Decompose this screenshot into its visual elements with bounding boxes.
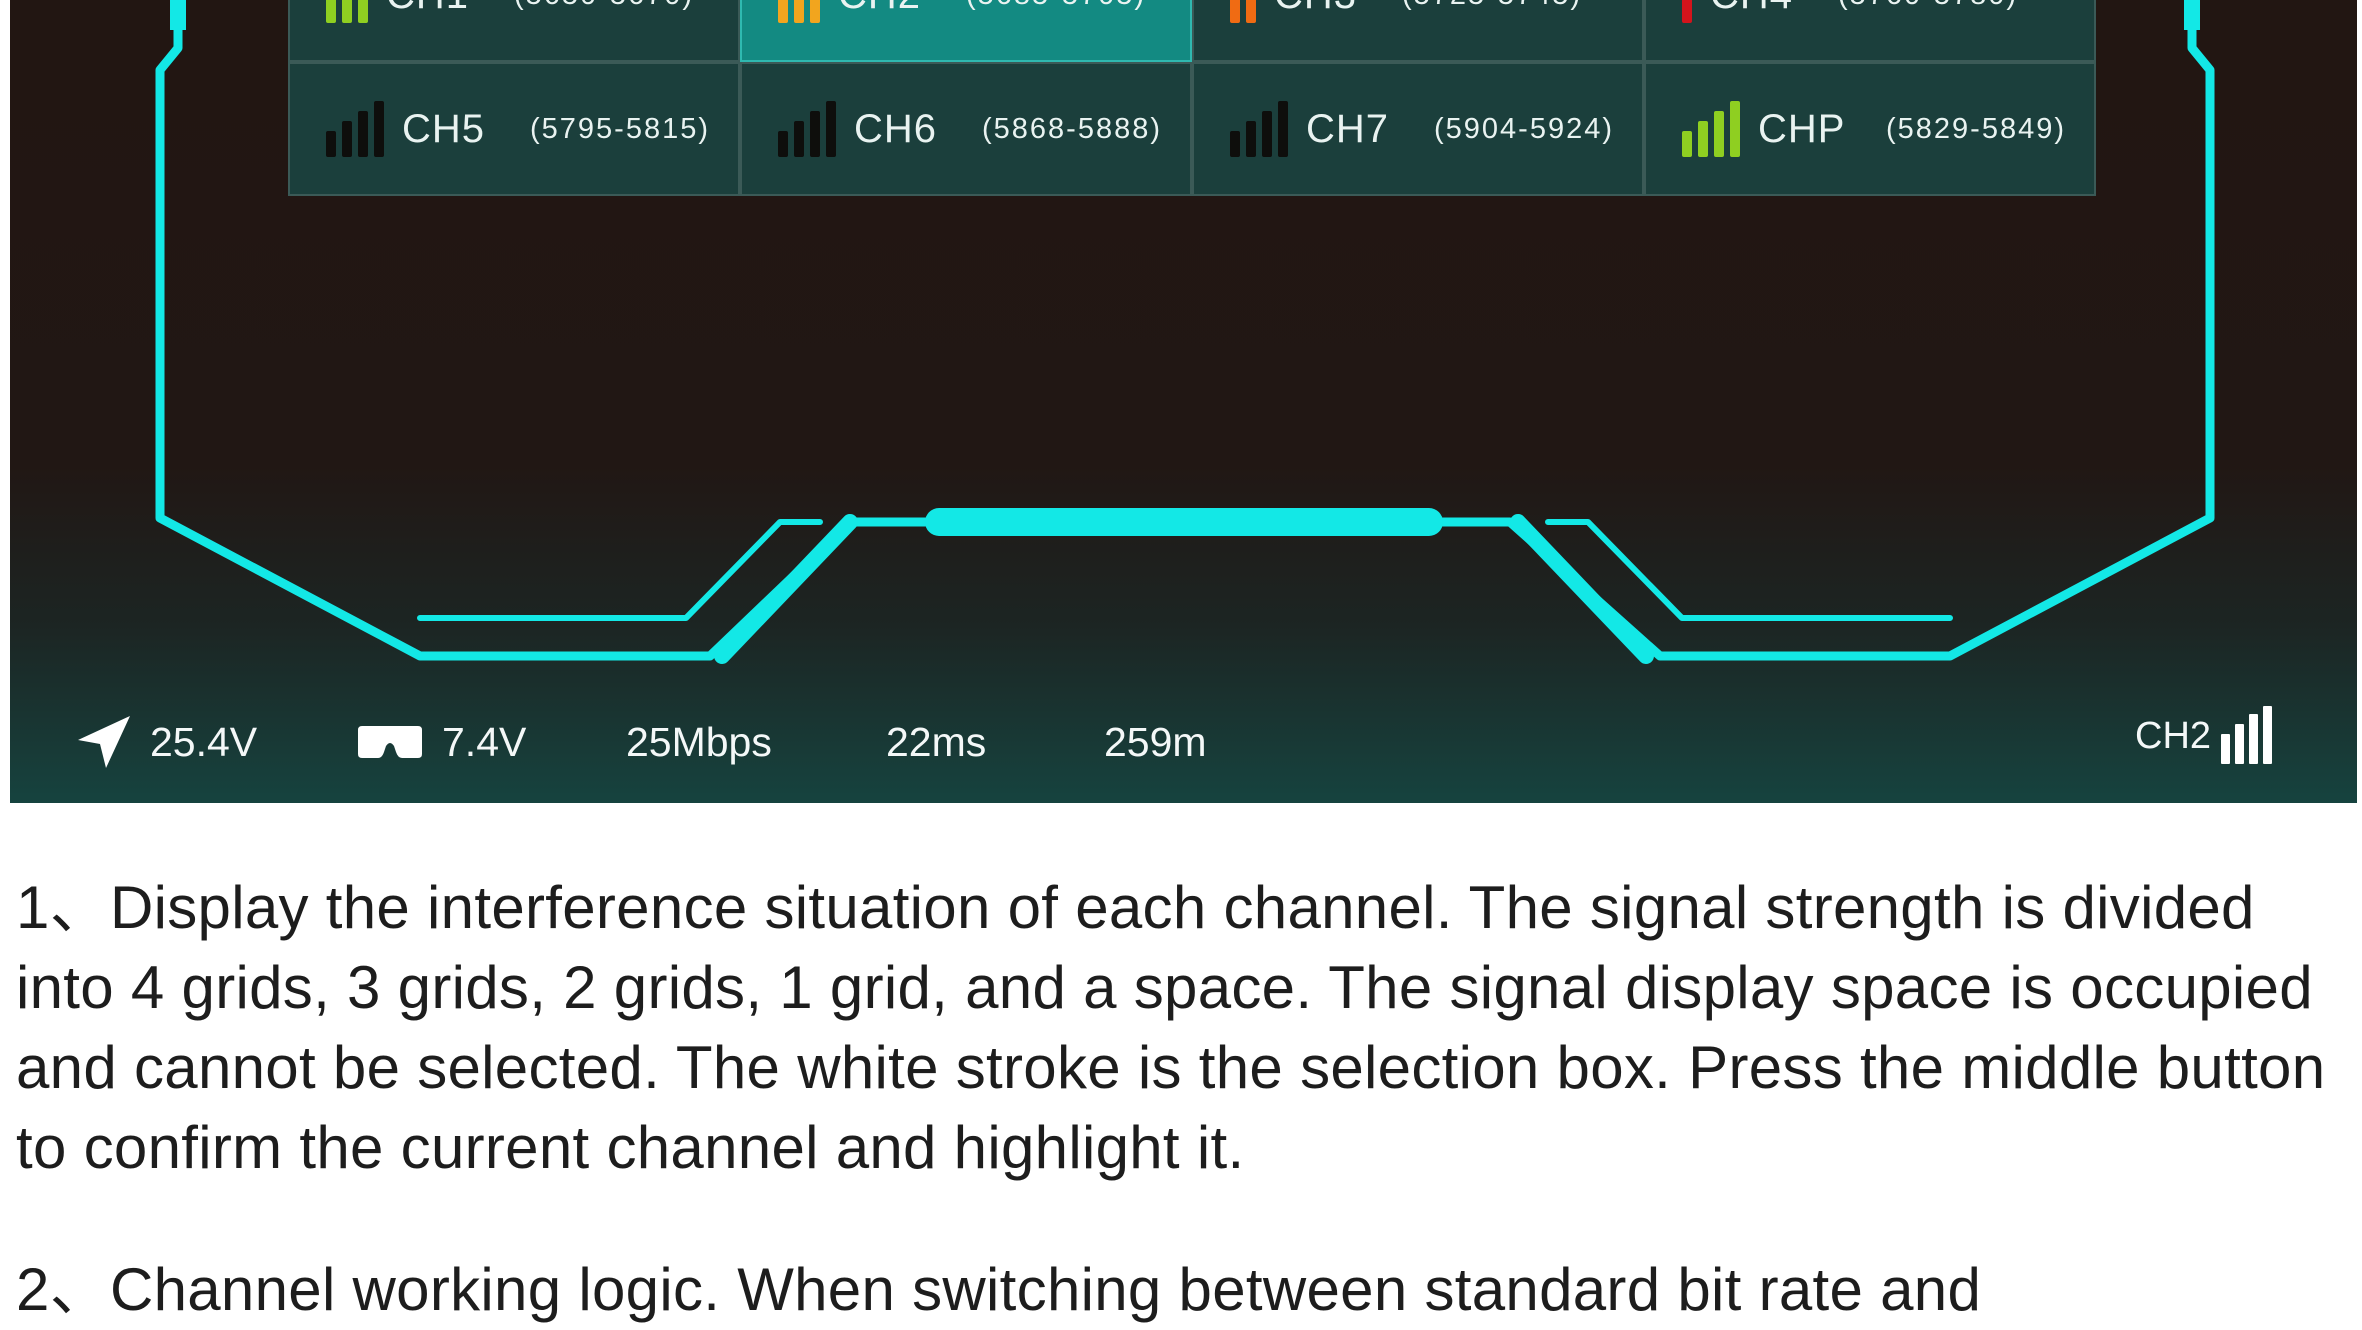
channel-name: CH6 — [854, 106, 938, 151]
signal-bar — [2235, 724, 2245, 764]
signal-bar — [810, 0, 820, 23]
current-signal-bars-icon — [2221, 706, 2273, 764]
channel-frequency-range: (5760-5780) — [1838, 0, 2018, 12]
signal-bar — [1246, 121, 1256, 157]
signal-strength-icon — [326, 0, 368, 23]
goggles-voltage-value: 7.4V — [442, 718, 527, 765]
goggles-screen: CH1 (5650-5670) CH2 (5685-5705) CH3 (5725-574… — [10, 0, 2357, 803]
channel-cell-ch5[interactable]: CH5 (5795-5815) — [288, 62, 740, 196]
channel-frequency-range: (5829-5849) — [1886, 112, 2066, 145]
signal-bar — [778, 0, 788, 23]
channel-name: CHP — [1758, 106, 1846, 151]
channel-frequency-range: (5868-5888) — [982, 112, 1162, 145]
signal-bar — [1730, 101, 1740, 157]
distance-value: 259m — [1104, 718, 1207, 765]
signal-bar — [2221, 734, 2231, 764]
signal-bar — [1714, 111, 1724, 157]
signal-bar — [326, 0, 336, 23]
signal-bar — [794, 0, 804, 23]
signal-strength-icon — [1682, 0, 1692, 23]
caption-paragraph-1: 1、Display the interference situation of … — [16, 874, 2326, 1181]
signal-strength-icon — [326, 101, 384, 157]
current-channel-indicator: CH2 — [2135, 700, 2273, 772]
signal-bar — [358, 111, 368, 157]
channel-grid: CH1 (5650-5670) CH2 (5685-5705) CH3 (5725-574… — [288, 0, 2096, 208]
signal-bar — [826, 101, 836, 157]
channel-cell-ch6[interactable]: CH6 (5868-5888) — [740, 62, 1192, 196]
caption-paragraph-2: 2、Channel working logic. When switching … — [16, 1256, 1982, 1323]
channel-name: CH4 — [1710, 0, 1806, 18]
channel-cell-ch7[interactable]: CH7 (5904-5924) — [1192, 62, 1644, 196]
signal-bar — [1230, 131, 1240, 157]
signal-bar — [1246, 0, 1256, 23]
air-unit-voltage: 25.4V — [76, 706, 257, 778]
channel-frequency-range: (5904-5924) — [1434, 112, 1614, 145]
channel-cell-ch3[interactable]: CH3 (5725-5745) — [1192, 0, 1644, 62]
signal-bar — [778, 131, 788, 157]
signal-bar — [358, 0, 368, 23]
signal-bar — [810, 111, 820, 157]
air-voltage-value: 25.4V — [150, 718, 258, 765]
channel-name: CH2 — [838, 0, 934, 18]
distance-readout: 259m — [1104, 706, 1207, 778]
signal-bar — [2263, 706, 2273, 764]
current-channel-label: CH2 — [2135, 714, 2212, 757]
latency-value: 22ms — [886, 718, 987, 765]
signal-bar — [342, 0, 352, 23]
channel-cell-chp[interactable]: CHP (5829-5849) — [1644, 62, 2096, 196]
channel-name: CH1 — [386, 0, 482, 18]
goggles-icon — [358, 726, 422, 758]
channel-cell-ch1[interactable]: CH1 (5650-5670) — [288, 0, 740, 62]
channel-name: CH7 — [1306, 106, 1390, 151]
channel-name: CH5 — [402, 106, 486, 151]
channel-frequency-range: (5685-5705) — [966, 0, 1146, 12]
channel-cell-ch4[interactable]: CH4 (5760-5780) — [1644, 0, 2096, 62]
signal-bar — [1278, 101, 1288, 157]
signal-bar — [326, 131, 336, 157]
channel-name: CH3 — [1274, 0, 1370, 18]
signal-bar — [1698, 121, 1708, 157]
bitrate-readout: 25Mbps — [626, 706, 772, 778]
signal-bar — [1682, 131, 1692, 157]
signal-bar — [1262, 111, 1272, 157]
goggles-voltage: 7.4V — [356, 706, 526, 778]
signal-strength-icon — [1230, 0, 1256, 23]
channel-frequency-range: (5795-5815) — [530, 112, 710, 145]
channel-cell-ch2[interactable]: CH2 (5685-5705) — [740, 0, 1192, 62]
signal-strength-icon — [778, 101, 836, 157]
signal-bar — [342, 121, 352, 157]
navigation-arrow-icon — [78, 716, 130, 768]
signal-strength-icon — [1230, 101, 1288, 157]
signal-bar — [1230, 0, 1240, 23]
signal-strength-icon — [1682, 101, 1740, 157]
signal-bar — [374, 101, 384, 157]
latency-readout: 22ms — [886, 706, 986, 778]
channel-frequency-range: (5725-5745) — [1402, 0, 1582, 12]
signal-bar — [1682, 0, 1692, 23]
bitrate-value: 25Mbps — [626, 718, 772, 765]
signal-strength-icon — [778, 0, 820, 23]
signal-bar — [794, 121, 804, 157]
channel-frequency-range: (5650-5670) — [514, 0, 694, 12]
signal-bar — [2249, 714, 2259, 764]
